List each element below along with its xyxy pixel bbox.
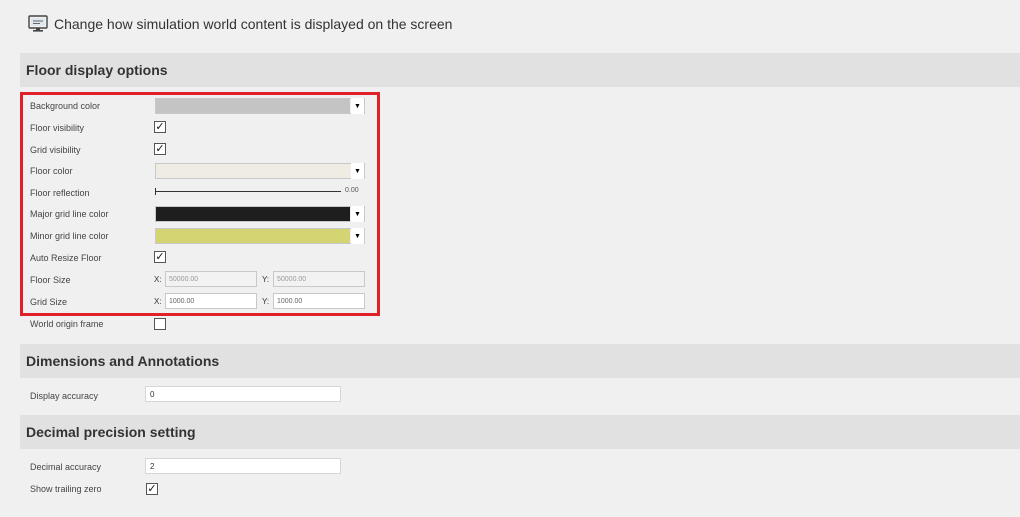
- grid-visibility-label: Grid visibility: [30, 145, 81, 155]
- floor-color-label: Floor color: [30, 166, 73, 176]
- background-color-select[interactable]: ▼: [155, 98, 365, 114]
- show-trailing-zero-label: Show trailing zero: [30, 484, 102, 494]
- chevron-down-icon[interactable]: ▼: [351, 163, 364, 179]
- decimal-accuracy-label: Decimal accuracy: [30, 462, 102, 472]
- chevron-down-icon[interactable]: ▼: [351, 206, 364, 222]
- minor-grid-color-label: Minor grid line color: [30, 231, 109, 241]
- row-minor-grid-color: Minor grid line color: [30, 227, 109, 245]
- page-header: Change how simulation world content is d…: [28, 14, 452, 34]
- major-grid-color-swatch: [156, 207, 350, 221]
- row-world-origin-frame: World origin frame: [30, 315, 103, 333]
- world-origin-frame-checkbox[interactable]: [154, 318, 166, 330]
- floor-visibility-label: Floor visibility: [30, 123, 85, 133]
- display-accuracy-label: Display accuracy: [30, 391, 99, 401]
- grid-size-y-input[interactable]: 1000.00: [273, 293, 365, 309]
- grid-size-label: Grid Size: [30, 297, 68, 307]
- settings-page: Change how simulation world content is d…: [0, 0, 1020, 517]
- chevron-down-icon[interactable]: ▼: [351, 98, 364, 114]
- major-grid-color-select[interactable]: ▼: [155, 206, 365, 222]
- row-floor-reflection: Floor reflection: [30, 184, 90, 202]
- chevron-down-icon[interactable]: ▼: [351, 228, 364, 244]
- row-floor-color: Floor color: [30, 162, 73, 180]
- grid-visibility-checkbox[interactable]: ✓: [154, 143, 166, 155]
- floor-color-select[interactable]: ▼: [155, 163, 365, 179]
- page-header-text: Change how simulation world content is d…: [54, 16, 453, 32]
- floor-size-label: Floor Size: [30, 275, 71, 285]
- row-show-trailing-zero: Show trailing zero: [30, 480, 102, 498]
- minor-grid-color-swatch: [156, 229, 350, 243]
- floor-reflection-label: Floor reflection: [30, 188, 90, 198]
- row-grid-visibility: Grid visibility: [30, 141, 81, 159]
- row-background-color: Background color: [30, 97, 100, 115]
- grid-size-x-label: X:: [154, 297, 162, 306]
- row-floor-size: Floor Size: [30, 271, 71, 289]
- decimal-accuracy-input[interactable]: 2: [145, 458, 341, 474]
- row-floor-visibility: Floor visibility: [30, 119, 84, 137]
- row-decimal-accuracy: Decimal accuracy: [30, 458, 101, 476]
- row-grid-size: Grid Size: [30, 293, 67, 311]
- floor-size-y-label: Y:: [262, 275, 270, 284]
- minor-grid-color-select[interactable]: ▼: [155, 228, 365, 244]
- grid-size-x-input[interactable]: 1000.00: [165, 293, 257, 309]
- floor-color-swatch: [156, 164, 350, 178]
- floor-reflection-slider[interactable]: [155, 191, 341, 192]
- row-auto-resize-floor: Auto Resize Floor: [30, 249, 102, 267]
- section-floor-display[interactable]: Floor display options: [20, 53, 1020, 87]
- monitor-icon: [28, 15, 48, 33]
- row-major-grid-color: Major grid line color: [30, 205, 109, 223]
- display-accuracy-input[interactable]: 0: [145, 386, 341, 402]
- background-color-label: Background color: [30, 101, 101, 111]
- row-display-accuracy: Display accuracy: [30, 387, 98, 405]
- show-trailing-zero-checkbox[interactable]: ✓: [146, 483, 158, 495]
- major-grid-color-label: Major grid line color: [30, 209, 109, 219]
- floor-reflection-value: 0.00: [345, 187, 359, 194]
- background-color-swatch: [156, 99, 350, 113]
- floor-size-x-label: X:: [154, 275, 162, 284]
- section-decimal-precision[interactable]: Decimal precision setting: [20, 415, 1020, 449]
- floor-size-x-input[interactable]: 50000.00: [165, 271, 257, 287]
- auto-resize-floor-checkbox[interactable]: ✓: [154, 251, 166, 263]
- floor-visibility-checkbox[interactable]: ✓: [154, 121, 166, 133]
- world-origin-frame-label: World origin frame: [30, 319, 104, 329]
- grid-size-y-label: Y:: [262, 297, 270, 306]
- floor-size-y-input[interactable]: 50000.00: [273, 271, 365, 287]
- auto-resize-floor-label: Auto Resize Floor: [30, 253, 102, 263]
- section-dimensions-annotations[interactable]: Dimensions and Annotations: [20, 344, 1020, 378]
